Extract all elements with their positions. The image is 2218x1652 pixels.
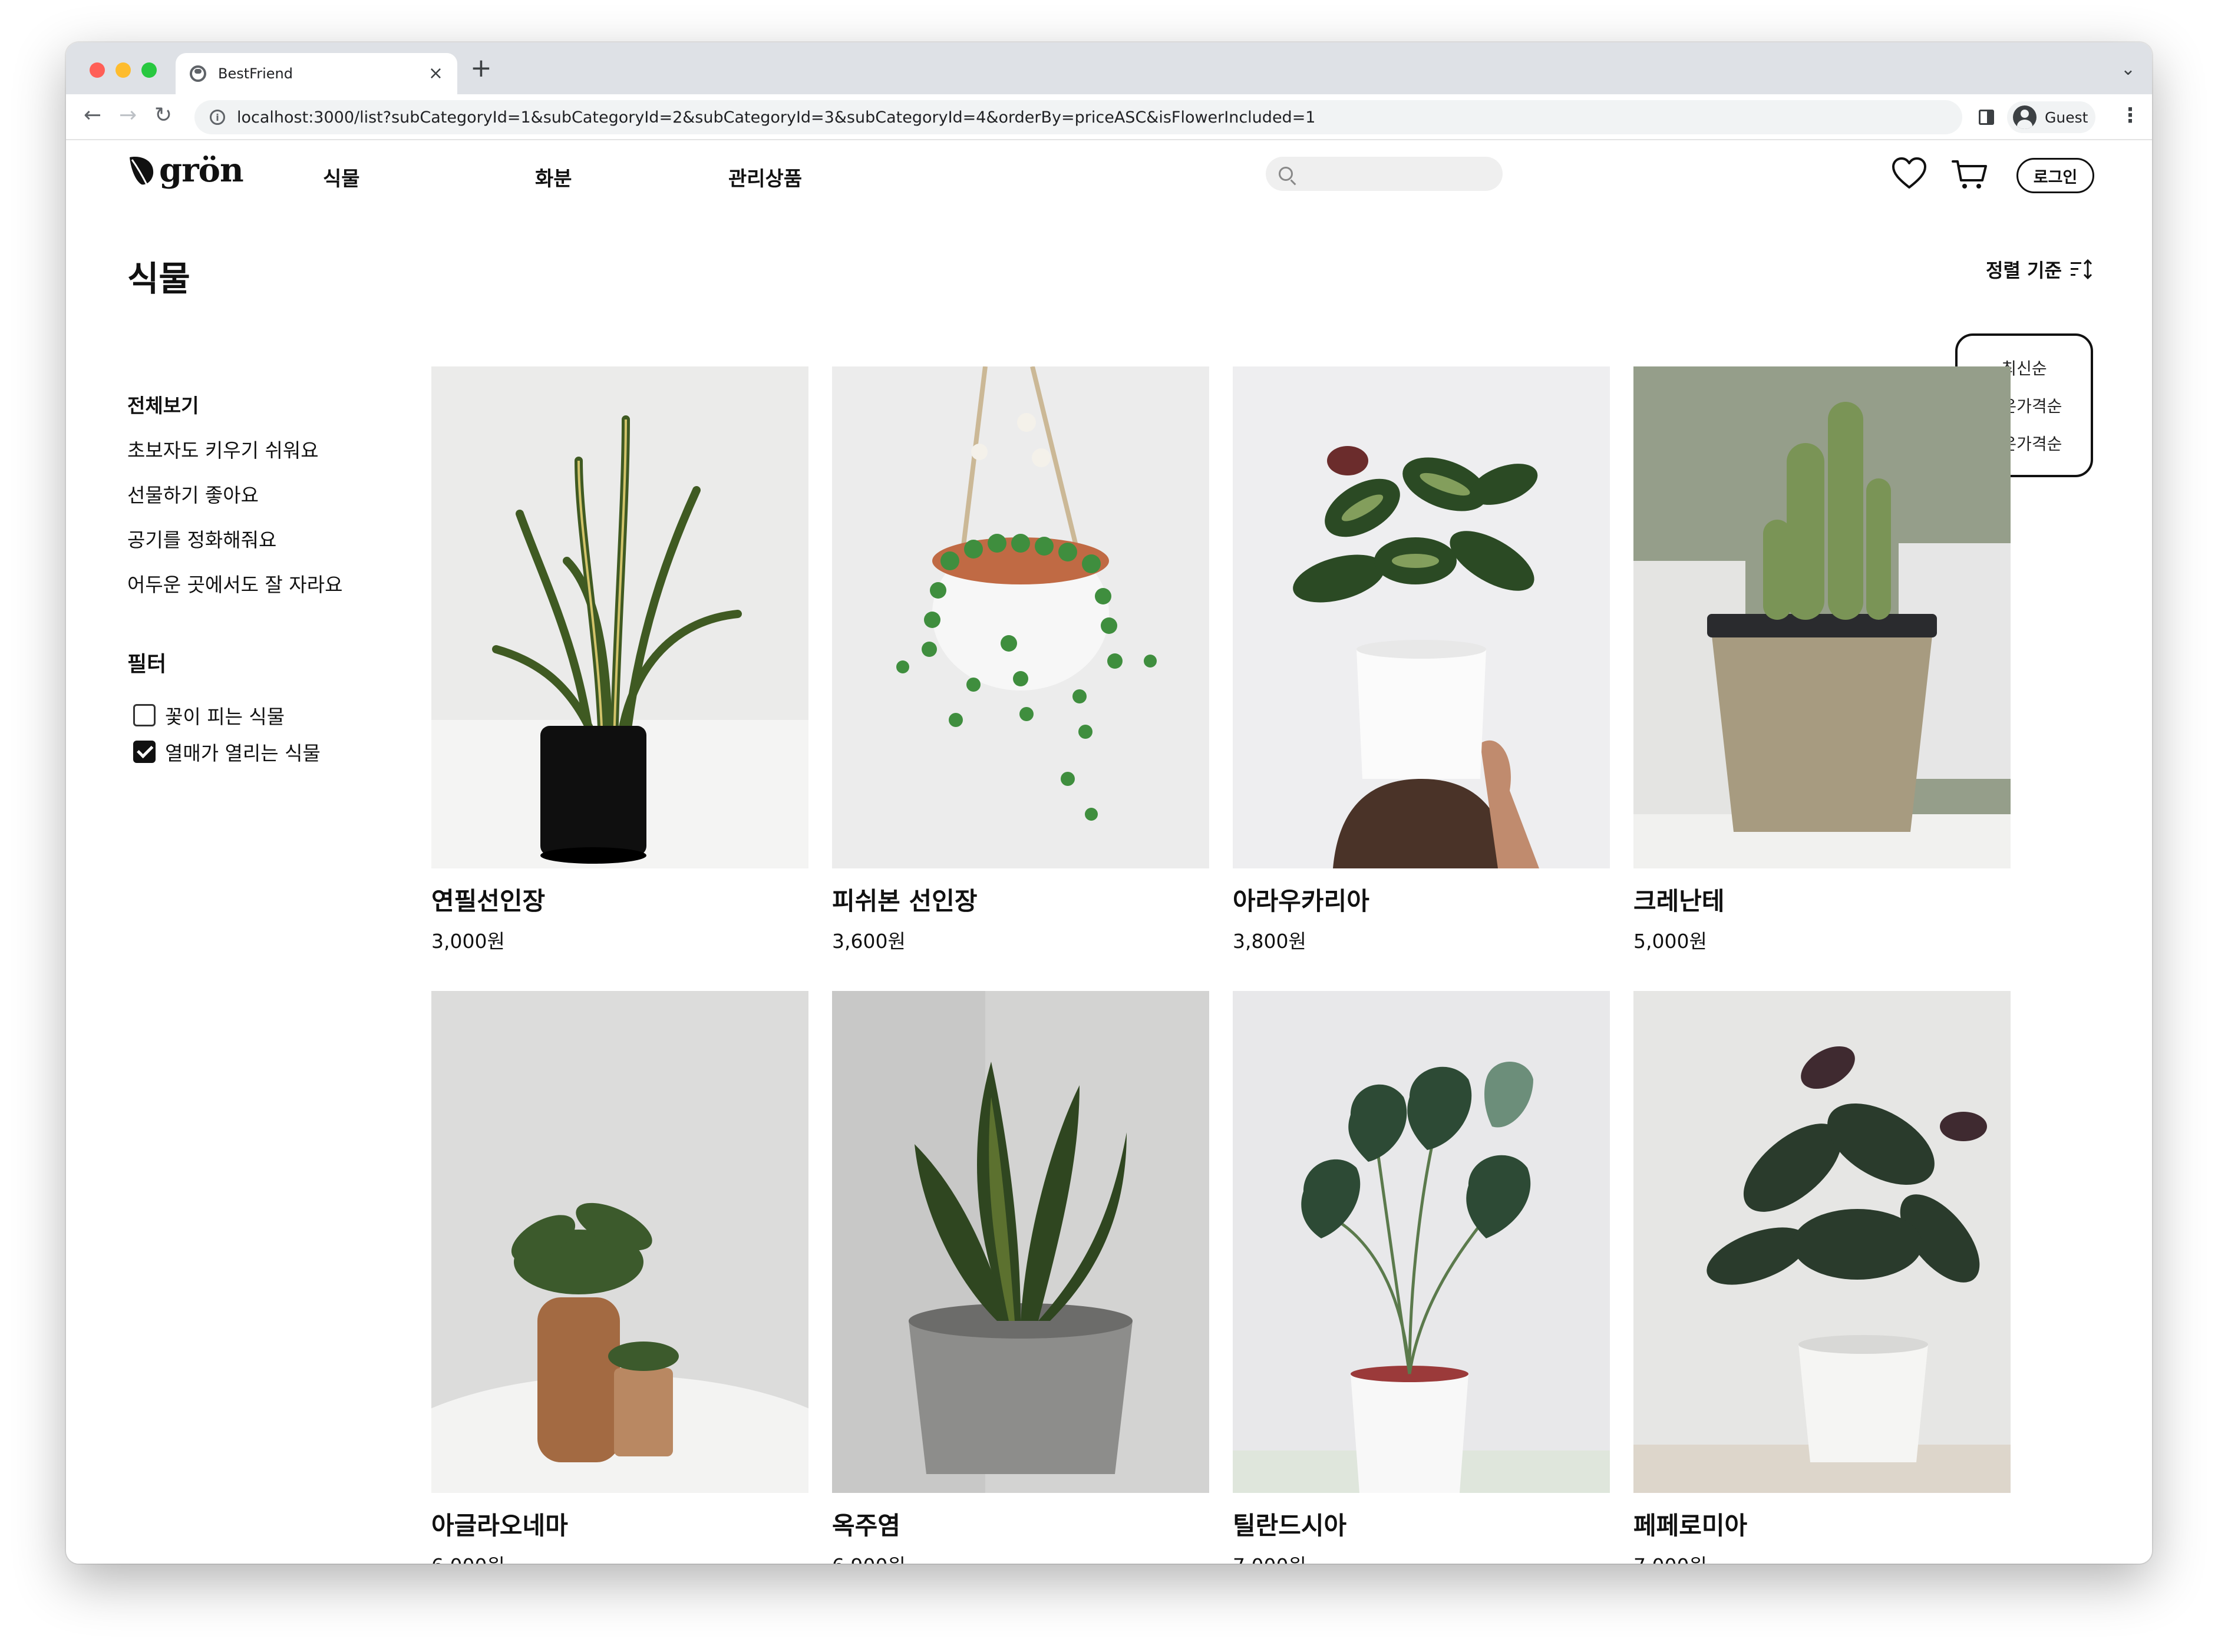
- product-name[interactable]: 틸란드시아: [1233, 1506, 1610, 1542]
- flowering-checkbox[interactable]: [133, 704, 156, 726]
- logo-text: grön: [159, 151, 244, 190]
- filter-title: 필터: [127, 652, 167, 676]
- product-card[interactable]: 아라우카리아 3,800원: [1233, 366, 1610, 954]
- product-card[interactable]: 크레난테 5,000원: [1633, 366, 2011, 954]
- side-panel-icon[interactable]: [1979, 110, 1994, 125]
- product-image[interactable]: [431, 366, 808, 868]
- nav-plants[interactable]: 식물: [323, 163, 360, 191]
- minimize-window-button[interactable]: [115, 62, 131, 78]
- site-info-icon[interactable]: i: [210, 110, 225, 125]
- product-card[interactable]: 페페로미아 7,000원: [1633, 991, 2011, 1564]
- search-box[interactable]: [1266, 157, 1503, 191]
- profile-button[interactable]: Guest: [2007, 101, 2095, 133]
- sidebar-item-low-light[interactable]: 어두운 곳에서도 잘 자라요: [127, 569, 342, 597]
- reload-icon[interactable]: ↻: [154, 103, 172, 128]
- product-card[interactable]: 옥주염 6,900원: [832, 991, 1209, 1564]
- sidebar-item-all[interactable]: 전체보기: [127, 390, 199, 418]
- new-tab-button[interactable]: +: [470, 54, 492, 82]
- close-tab-icon[interactable]: ×: [428, 65, 443, 82]
- logo[interactable]: grön: [127, 151, 244, 190]
- maximize-window-button[interactable]: [141, 62, 157, 78]
- product-price: 3,000원: [431, 930, 505, 953]
- product-image[interactable]: [431, 991, 808, 1493]
- close-window-button[interactable]: [90, 62, 105, 78]
- profile-name: Guest: [2045, 108, 2088, 126]
- product-image[interactable]: [832, 366, 1209, 868]
- product-price: 7,000원: [1233, 1550, 1610, 1564]
- product-image[interactable]: [1233, 991, 1610, 1493]
- product-price: 7,000원: [1633, 1550, 2011, 1564]
- product-name[interactable]: 연필선인장: [431, 881, 808, 917]
- product-card[interactable]: 틸란드시아 7,000원: [1233, 991, 1610, 1564]
- search-input[interactable]: [1301, 164, 1490, 183]
- product-price: 3,600원: [832, 930, 906, 953]
- filter-label: 열매가 열리는 식물: [165, 742, 321, 765]
- sidebar-item-air-purifying[interactable]: 공기를 정화해줘요: [127, 524, 276, 553]
- filter-flowering[interactable]: 꽃이 피는 식물: [133, 701, 285, 729]
- product-image[interactable]: [832, 991, 1209, 1493]
- product-name[interactable]: 크레난테: [1633, 881, 2011, 917]
- product-name[interactable]: 페페로미아: [1633, 1506, 2011, 1542]
- product-price: 6,900원: [832, 1550, 1209, 1564]
- product-card[interactable]: 아글라오네마 6,000원: [431, 991, 808, 1564]
- sidebar-item-gift[interactable]: 선물하기 좋아요: [127, 480, 259, 508]
- heart-icon[interactable]: [1892, 157, 1927, 190]
- browser-window: BestFriend × + ⌄ ← → ↻ i localhost:3000/…: [66, 42, 2152, 1564]
- product-name[interactable]: 아라우카리아: [1233, 881, 1610, 917]
- filter-fruiting[interactable]: 열매가 열리는 식물: [133, 738, 321, 766]
- forward-arrow-icon[interactable]: →: [119, 103, 137, 128]
- sort-icon: [2070, 259, 2092, 280]
- web-page: grön 식물 화분 관리상품 로그인 식물 정렬 기준 최신순 낮은가격순 높…: [66, 140, 2152, 1564]
- browser-tab[interactable]: BestFriend ×: [176, 53, 457, 94]
- login-button[interactable]: 로그인: [2016, 158, 2094, 193]
- nav-care-products[interactable]: 관리상품: [728, 163, 802, 191]
- product-price: 5,000원: [1633, 930, 1707, 953]
- sidebar-item-beginner[interactable]: 초보자도 키우기 쉬워요: [127, 435, 319, 463]
- product-image[interactable]: [1633, 991, 2011, 1493]
- globe-icon: [190, 65, 206, 82]
- product-name[interactable]: 피쉬본 선인장: [832, 881, 1209, 917]
- filter-label: 꽃이 피는 식물: [165, 705, 285, 728]
- product-name[interactable]: 아글라오네마: [431, 1506, 808, 1542]
- search-icon: [1279, 167, 1293, 181]
- page-title: 식물: [127, 259, 190, 299]
- address-bar[interactable]: i localhost:3000/list?subCategoryId=1&su…: [194, 100, 1962, 134]
- product-price: 6,000원: [431, 1550, 808, 1564]
- sort-toggle[interactable]: 정렬 기준: [1986, 256, 2094, 283]
- product-card[interactable]: 피쉬본 선인장 3,600원: [832, 366, 1209, 954]
- leaf-logo-icon: [130, 157, 154, 186]
- nav-pots[interactable]: 화분: [535, 163, 572, 191]
- tab-title: BestFriend: [218, 65, 293, 82]
- cart-icon[interactable]: [1952, 158, 1988, 191]
- back-arrow-icon[interactable]: ←: [84, 103, 101, 128]
- product-image[interactable]: [1633, 366, 2011, 868]
- sort-label: 정렬 기준: [1986, 259, 2062, 282]
- product-card[interactable]: 연필선인장 3,000원: [431, 366, 808, 954]
- product-name[interactable]: 옥주염: [832, 1506, 1209, 1542]
- url-text[interactable]: localhost:3000/list?subCategoryId=1&subC…: [237, 108, 1316, 127]
- product-price: 3,800원: [1233, 930, 1306, 953]
- browser-toolbar: ← → ↻ i localhost:3000/list?subCategoryI…: [66, 94, 2152, 140]
- avatar-icon: [2013, 105, 2037, 129]
- fruiting-checkbox[interactable]: [133, 741, 156, 763]
- tab-strip: BestFriend × + ⌄: [66, 42, 2152, 94]
- product-image[interactable]: [1233, 366, 1610, 868]
- tab-search-chevron-icon[interactable]: ⌄: [2121, 59, 2136, 80]
- more-menu-icon[interactable]: ⋮: [2120, 104, 2140, 128]
